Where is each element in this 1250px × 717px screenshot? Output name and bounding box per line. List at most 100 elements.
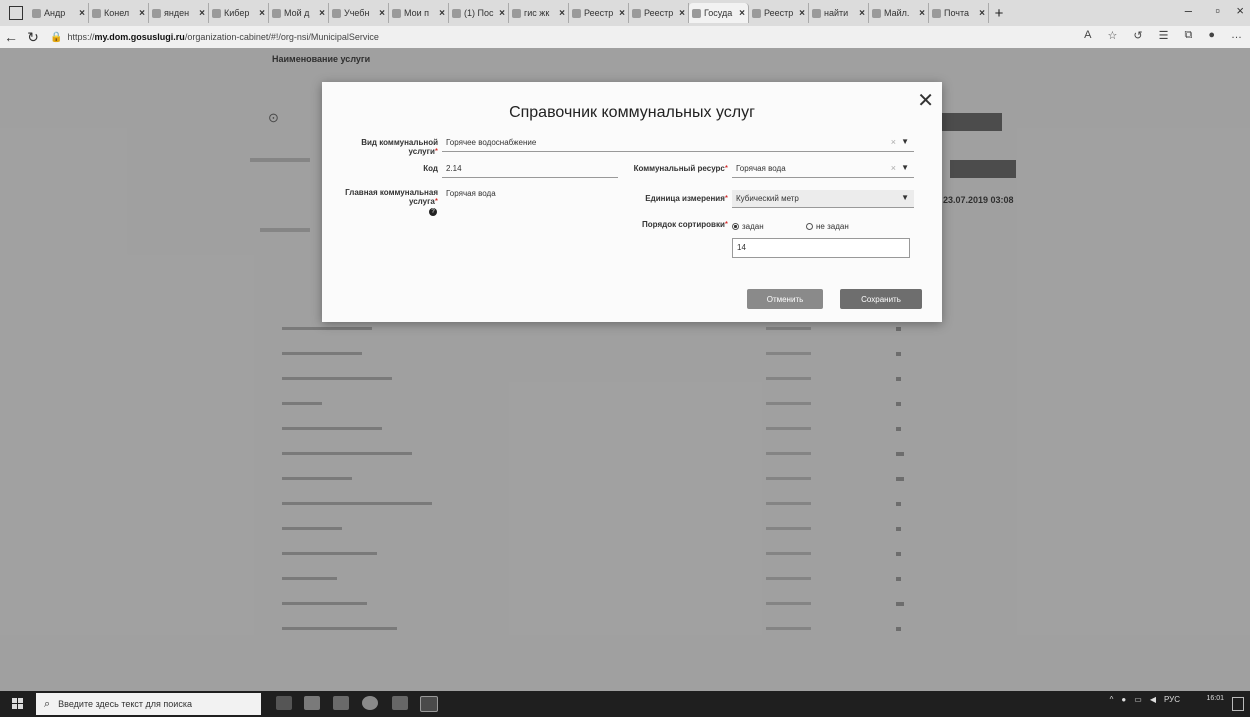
new-tab-button[interactable]: + [989,5,1009,22]
window-menu-icon[interactable] [9,6,23,20]
sort-set-radio[interactable]: задан [732,222,764,231]
browser-tab[interactable]: Реестр × [629,3,689,23]
code-field[interactable]: 2.14 [442,160,618,178]
lock-icon[interactable]: 🔒 [50,32,62,43]
close-window-icon[interactable]: × [1236,3,1244,18]
browser-tab[interactable]: Мои п × [389,3,449,23]
close-modal-icon[interactable]: ✕ [917,88,934,113]
tab-favicon-icon [692,8,701,18]
sort-order-label-text: Порядок сортировки [642,220,725,229]
resource-label: Коммунальный ресурс* [632,164,728,173]
main-service-value: Горячая вода [442,185,618,203]
tab-close-icon[interactable]: × [139,8,145,19]
browser-tab[interactable]: Реестр × [569,3,629,23]
url-field[interactable]: https://my.dom.gosuslugi.ru/organization… [67,32,378,42]
tab-favicon-icon [392,8,401,18]
file-explorer-icon[interactable] [304,696,320,710]
chevron-down-icon[interactable]: ▼ [901,163,909,172]
chevron-down-icon[interactable]: ▼ [901,137,909,146]
tab-favicon-icon [272,8,281,18]
tab-close-icon[interactable]: × [559,8,565,19]
cancel-button[interactable]: Отменить [747,289,823,309]
browser-icon[interactable] [362,696,378,710]
volume-icon[interactable]: ◀ [1150,695,1156,704]
word-icon[interactable] [420,696,438,712]
tab-close-icon[interactable]: × [799,8,805,19]
browser-tab[interactable]: Мой д × [269,3,329,23]
tab-close-icon[interactable]: × [619,8,625,19]
browser-tab-active[interactable]: Госуда × [689,3,749,23]
browser-tab[interactable]: Кибер × [209,3,269,23]
mail-icon[interactable] [333,696,349,710]
unit-select[interactable]: Кубический метр ▼ [732,190,914,208]
tab-close-icon[interactable]: × [379,8,385,19]
tab-close-icon[interactable]: × [739,8,745,19]
reload-icon[interactable]: ↻ [22,29,44,46]
profile-icon[interactable]: ● [1208,29,1215,42]
browser-tab[interactable]: найти × [809,3,869,23]
clear-icon[interactable]: × [891,163,896,173]
tab-favicon-icon [212,8,221,18]
maximize-icon[interactable]: ▫ [1215,3,1220,18]
browser-tab[interactable]: гис жк × [509,3,569,23]
sort-order-input[interactable]: 14 [732,238,910,258]
collections-icon[interactable]: ⧉ [1184,29,1192,42]
read-aloud-icon[interactable]: A [1084,29,1091,42]
main-service-label-text: Главная коммунальная услуга [345,188,438,206]
language-indicator[interactable]: РУС [1164,695,1180,704]
service-type-label: Вид коммунальной услуги* [352,138,438,156]
resource-label-text: Коммунальный ресурс [633,164,725,173]
tab-label: Андр [44,8,66,18]
search-icon: ⌕ [44,697,51,710]
tab-close-icon[interactable]: × [979,8,985,19]
tray-chevron-icon[interactable]: ^ [1110,695,1114,704]
help-icon[interactable]: ? [429,208,437,216]
task-view-icon[interactable] [276,696,292,710]
address-bar: ← ↻ 🔒 https://my.dom.gosuslugi.ru/organi… [0,26,1250,48]
resource-value: Горячая вода [736,164,786,173]
tab-close-icon[interactable]: × [199,8,205,19]
browser-tab[interactable]: Андр × [29,3,89,23]
resource-select[interactable]: Горячая вода × ▼ [732,160,914,178]
sort-unset-label: не задан [816,222,849,231]
tab-close-icon[interactable]: × [919,8,925,19]
browser-tab[interactable]: Майл. × [869,3,929,23]
favorites-list-icon[interactable]: ☰ [1159,29,1169,42]
tab-close-icon[interactable]: × [319,8,325,19]
windows-start-icon[interactable] [12,698,23,709]
taskbar-search[interactable]: ⌕ Введите здесь текст для поиска [36,693,261,715]
tab-label: Почта [944,8,969,18]
battery-icon[interactable]: ▭ [1134,695,1142,704]
refresh-extension-icon[interactable]: ↺ [1133,29,1142,42]
save-button[interactable]: Сохранить [840,289,922,309]
sort-unset-radio[interactable]: не задан [806,222,849,231]
unit-label-text: Единица измерения [645,194,725,203]
taskbar-clock[interactable]: 16:01 [1206,694,1224,703]
clear-icon[interactable]: × [891,137,896,147]
back-arrow-icon[interactable]: ← [0,29,22,45]
tab-close-icon[interactable]: × [259,8,265,19]
chevron-down-icon[interactable]: ▼ [901,193,909,202]
save-app-icon[interactable] [392,696,408,710]
browser-tab[interactable]: Реестр × [749,3,809,23]
service-type-select[interactable]: Горячее водоснабжение × ▼ [442,134,914,152]
browser-tab[interactable]: янден × [149,3,209,23]
tab-close-icon[interactable]: × [79,8,85,19]
sort-order-label: Порядок сортировки* [632,220,728,229]
tab-close-icon[interactable]: × [859,8,865,19]
notifications-icon[interactable] [1232,697,1244,711]
browser-tab[interactable]: Конел × [89,3,149,23]
tab-close-icon[interactable]: × [499,8,505,19]
tab-close-icon[interactable]: × [679,8,685,19]
more-menu-icon[interactable]: … [1231,29,1242,42]
browser-tab[interactable]: Учебн × [329,3,389,23]
network-icon[interactable]: ● [1121,695,1126,704]
minimize-icon[interactable]: – [1185,3,1192,18]
main-service-label: Главная коммунальная услуга* [342,188,438,206]
favorite-star-icon[interactable]: ☆ [1108,29,1118,42]
required-mark: * [434,147,438,156]
browser-tab[interactable]: Почта × [929,3,989,23]
system-tray: ^ ● ▭ ◀ РУС [1110,695,1180,704]
tab-close-icon[interactable]: × [439,8,445,19]
browser-tab[interactable]: (1) Пос × [449,3,509,23]
